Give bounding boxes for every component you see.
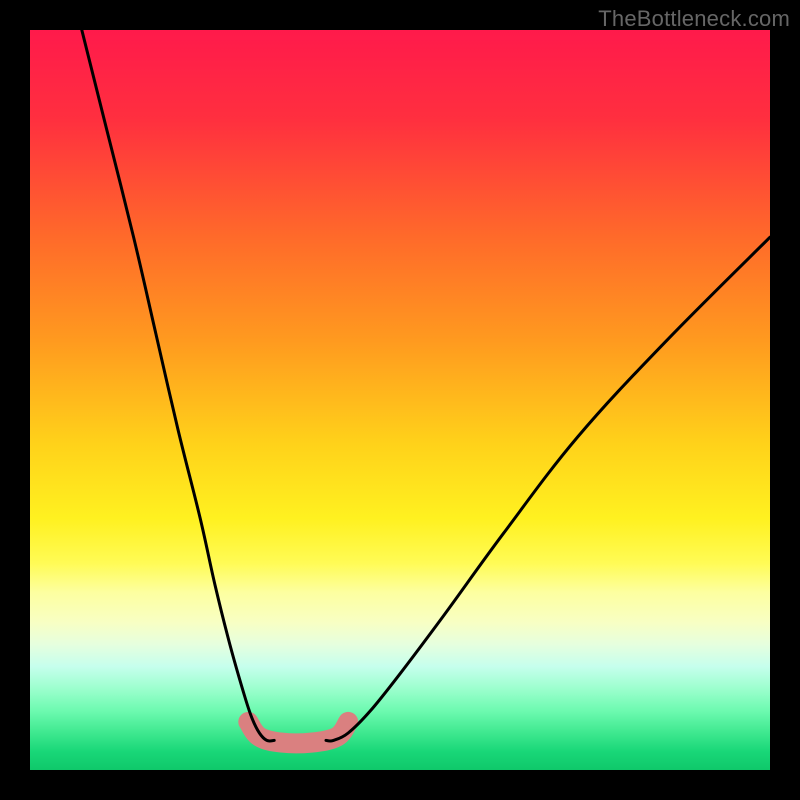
watermark-text: TheBottleneck.com — [598, 6, 790, 32]
curve-layer — [30, 30, 770, 770]
left-curve — [82, 30, 274, 741]
plot-area — [30, 30, 770, 770]
right-curve — [326, 237, 770, 741]
chart-frame: TheBottleneck.com — [0, 0, 800, 800]
